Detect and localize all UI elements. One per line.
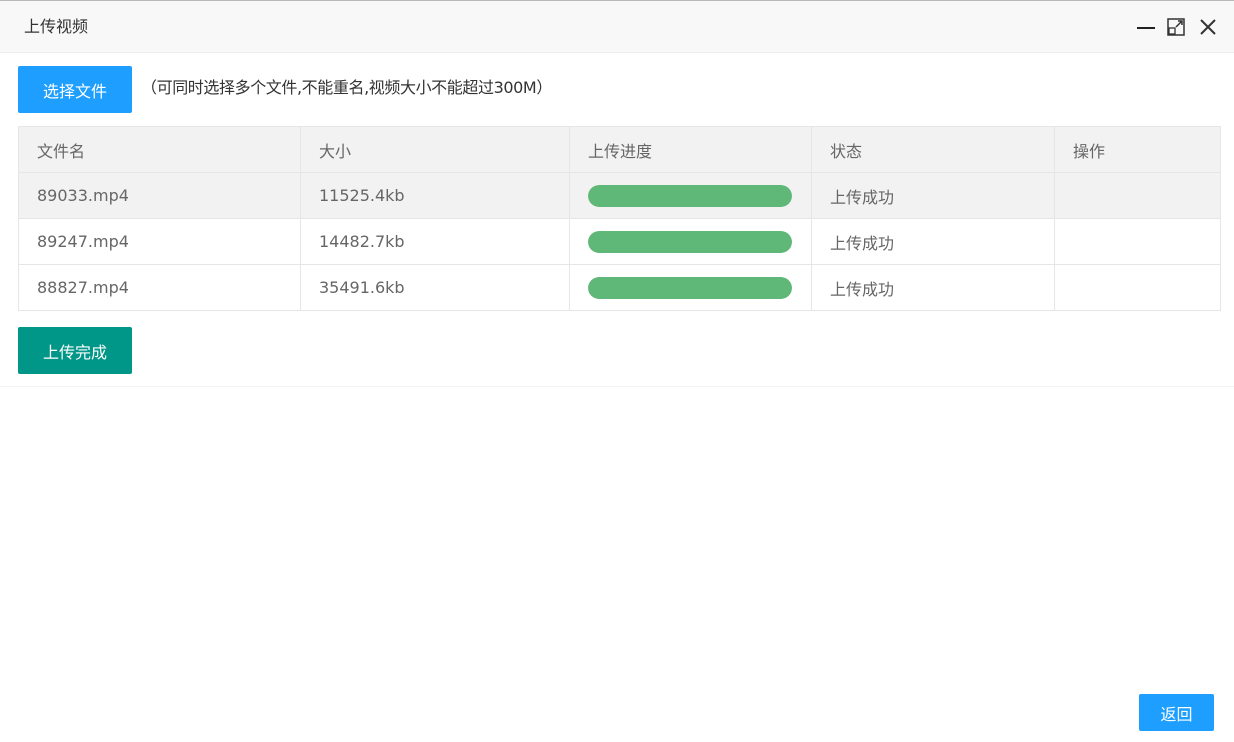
- action-cell: [1054, 172, 1221, 219]
- progress-cell: [569, 172, 812, 219]
- file-size-cell: 11525.4kb: [300, 172, 570, 219]
- column-header-progress: 上传进度: [569, 126, 812, 173]
- progress-bar-fill: [588, 230, 792, 253]
- status-cell: 上传成功: [811, 172, 1055, 219]
- back-button[interactable]: 返回: [1139, 694, 1214, 731]
- table-row: 89247.mp4 14482.7kb 上传成功: [18, 218, 1221, 265]
- table-row: 89033.mp4 11525.4kb 上传成功: [18, 172, 1221, 219]
- file-size-cell: 35491.6kb: [300, 264, 570, 311]
- status-cell: 上传成功: [811, 264, 1055, 311]
- dialog-titlebar: 上传视频: [0, 1, 1234, 53]
- upload-table: 文件名 大小 上传进度 状态 操作 89033.mp4 11525.4kb 上传…: [18, 126, 1221, 311]
- choose-file-button[interactable]: 选择文件: [18, 66, 132, 113]
- column-header-status: 状态: [811, 126, 1055, 173]
- progress-bar: [588, 230, 792, 253]
- column-header-filename: 文件名: [18, 126, 301, 173]
- progress-bar: [588, 276, 792, 299]
- progress-bar: [588, 184, 792, 207]
- file-name-cell: 88827.mp4: [18, 264, 301, 311]
- close-icon[interactable]: [1198, 17, 1218, 37]
- dialog-title: 上传视频: [24, 17, 89, 36]
- section-divider: [0, 386, 1234, 387]
- file-name-cell: 89247.mp4: [18, 218, 301, 265]
- column-header-size: 大小: [300, 126, 570, 173]
- status-cell: 上传成功: [811, 218, 1055, 265]
- action-cell: [1054, 218, 1221, 265]
- minimize-icon[interactable]: [1136, 17, 1156, 37]
- table-row: 88827.mp4 35491.6kb 上传成功: [18, 264, 1221, 311]
- progress-bar-fill: [588, 184, 792, 207]
- upload-complete-button[interactable]: 上传完成: [18, 327, 132, 374]
- table-header-row: 文件名 大小 上传进度 状态 操作: [18, 126, 1221, 173]
- maximize-icon[interactable]: [1166, 17, 1186, 37]
- progress-bar-fill: [588, 276, 792, 299]
- file-name-cell: 89033.mp4: [18, 172, 301, 219]
- upload-hint: （可同时选择多个文件,不能重名,视频大小不能超过300M）: [141, 78, 552, 97]
- file-size-cell: 14482.7kb: [300, 218, 570, 265]
- column-header-actions: 操作: [1054, 126, 1221, 173]
- action-cell: [1054, 264, 1221, 311]
- progress-cell: [569, 218, 812, 265]
- progress-cell: [569, 264, 812, 311]
